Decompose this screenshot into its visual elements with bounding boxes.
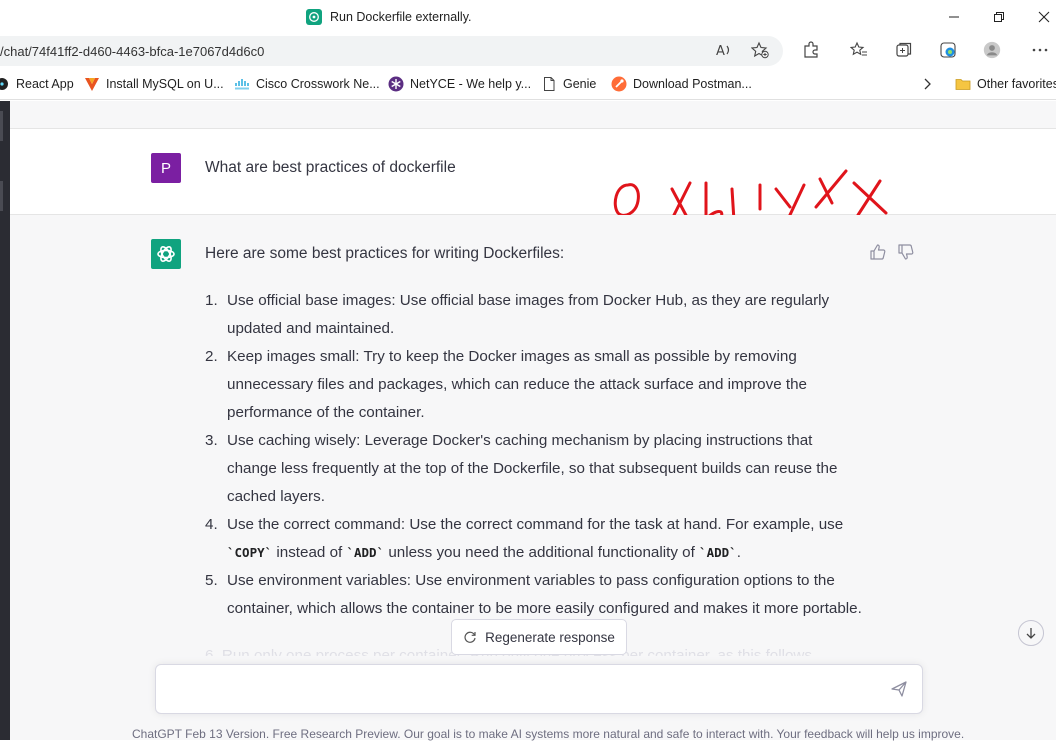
assistant-message-row: Here are some best practices for writing… [10,215,1056,741]
favorite-label: Other favorites [977,77,1056,91]
read-aloud-icon[interactable]: A [715,41,733,59]
best-practices-list: 1. Use official base images: Use official… [205,287,865,623]
postman-icon [611,76,627,92]
list-item-text: Use official base images: Use official b… [227,292,830,337]
message-input[interactable] [155,664,923,714]
list-item-text: Use the correct command: Use the correct… [227,516,844,533]
cisco-icon [235,79,249,90]
list-item: 4. Use the correct command: Use the corre… [205,511,865,567]
inline-code: `ADD` [346,545,385,560]
user-avatar: P [151,153,181,183]
favorite-install-mysql[interactable]: Install MySQL on U... [84,74,224,94]
minimize-icon[interactable] [943,6,965,28]
favorite-genie[interactable]: Genie [541,74,596,94]
address-row: /chat/74f41ff2-d460-4463-bfca-1e7067d4d6… [0,34,1056,68]
assistant-intro-text: Here are some best practices for writing… [205,245,565,262]
send-icon[interactable] [890,680,908,698]
url-text[interactable]: /chat/74f41ff2-d460-4463-bfca-1e7067d4d6… [0,44,264,59]
chatgpt-logo-icon [151,239,181,269]
list-item-number: 5. [205,572,218,589]
favorite-other-favorites[interactable]: Other favorites [955,74,1056,94]
list-item-text: unless you need the additional functiona… [384,544,700,561]
list-item-text: Use caching wisely: Leverage Docker's ca… [227,432,838,505]
list-item-text: . [736,544,741,561]
mysql-icon [85,78,99,91]
thumbs-up-icon[interactable] [869,243,887,261]
list-item-text: Use environment variables: Use environme… [227,572,862,617]
extensions-icon[interactable] [802,41,820,59]
regenerate-response-label: Regenerate response [485,629,615,645]
favorite-netyce[interactable]: NetYCE - We help y... [388,74,531,94]
list-item-number: 1. [205,292,218,309]
list-item-number: 4. [205,516,218,533]
browser-titlebar: Run Dockerfile externally. [0,0,1056,34]
close-icon[interactable] [1033,6,1055,28]
arrow-down-icon [1026,628,1036,639]
favorite-label: Download Postman... [633,77,752,91]
favorite-label: Install MySQL on U... [106,77,224,91]
sidebar-edge-mark [0,111,3,141]
sidebar-edge [0,101,10,740]
netyce-icon [388,76,404,92]
edge-browser-icon[interactable] [939,41,957,59]
list-item: 5. Use environment variables: Use environ… [205,567,865,623]
inline-code: `ADD` [699,545,737,560]
list-item-text: Keep images small: Try to keep the Docke… [227,348,807,421]
page-icon [544,77,555,91]
favorite-label: React App [16,77,74,91]
favorite-label: NetYCE - We help y... [410,77,532,91]
list-item: 1. Use official base images: Use official… [205,287,865,343]
favorite-label: Cisco Crosswork Ne... [256,77,380,91]
favorites-bar: React App Install MySQL on U... Cisco Cr… [0,68,1056,100]
list-item: 2. Keep images small: Try to keep the Doc… [205,343,865,427]
more-options-icon[interactable] [1031,41,1049,59]
list-item: 3. Use caching wisely: Leverage Docker's … [205,427,865,511]
favorite-react-app[interactable]: React App [0,74,74,94]
footer-disclaimer: ChatGPT Feb 13 Version. Free Research Pr… [132,727,965,741]
list-item-number: 2. [205,348,218,365]
chat-page: P What are best practices of dockerfile [10,101,1056,741]
profile-avatar-icon[interactable] [983,41,1001,59]
folder-icon [955,79,971,90]
react-icon [0,78,8,90]
user-message-row: P What are best practices of dockerfile [10,129,1056,249]
chatgpt-favicon-icon [306,9,322,25]
favorite-cisco-crosswork[interactable]: Cisco Crosswork Ne... [234,74,380,94]
svg-text:A: A [716,44,725,59]
thumbs-down-icon[interactable] [897,243,915,261]
sidebar-edge-mark [0,181,3,211]
add-favorite-icon[interactable] [751,41,769,59]
inline-code: `COPY` [227,545,273,560]
favorites-icon[interactable] [850,41,868,59]
collections-icon[interactable] [895,41,913,59]
favorites-overflow-chevron-icon[interactable] [920,74,934,94]
refresh-icon [464,631,476,643]
favorite-download-postman[interactable]: Download Postman... [611,74,752,94]
list-item-number: 3. [205,432,218,449]
regenerate-response-button[interactable]: Regenerate response [451,619,627,655]
user-message-text: What are best practices of dockerfile [205,159,456,176]
restore-icon[interactable] [988,6,1010,28]
previous-message-strip [10,101,1056,129]
list-item-text: instead of [272,544,347,561]
active-tab[interactable]: Run Dockerfile externally. [306,8,472,26]
address-bar[interactable]: /chat/74f41ff2-d460-4463-bfca-1e7067d4d6… [0,36,783,66]
tab-title-text: Run Dockerfile externally. [330,10,472,24]
favorite-label: Genie [563,77,597,91]
scroll-to-bottom-button[interactable] [1018,620,1044,646]
